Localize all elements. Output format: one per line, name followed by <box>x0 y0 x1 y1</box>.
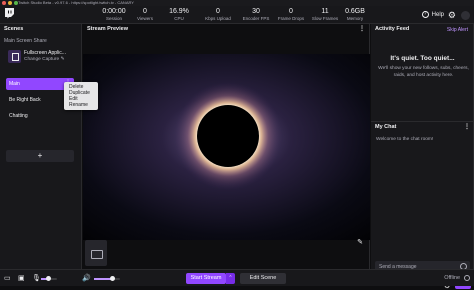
preview-canvas[interactable] <box>83 54 370 240</box>
stat-label: CPU <box>174 16 184 21</box>
chat-title: My Chat <box>375 124 397 130</box>
activity-empty-subtitle: We'll show your new follows, subs, cheer… <box>378 66 469 78</box>
stat-value: 0 <box>216 8 220 15</box>
eclipse-image <box>83 54 370 240</box>
preview-header: Stream Preview ⋮ <box>83 24 369 34</box>
screen-capture-icon[interactable]: ▣ <box>18 274 25 282</box>
stat-label: Viewers <box>137 16 153 21</box>
more-options-icon[interactable]: ⋮ <box>359 25 365 32</box>
microphone-icon[interactable]: 🎙 <box>32 274 41 282</box>
scene-label: Be Right Back <box>9 97 41 103</box>
stat-session: 0:00:00 Session <box>100 8 128 21</box>
close-window-icon[interactable] <box>2 1 6 5</box>
scenes-header: Scenes <box>0 24 81 34</box>
help-icon: ? <box>421 11 429 18</box>
stream-preview-panel: Stream Preview ⋮ ✎ <box>83 24 370 269</box>
scenes-title: Scenes <box>4 26 24 32</box>
preview-title: Stream Preview <box>87 26 128 32</box>
scene-label: Main <box>9 81 20 87</box>
start-stream-button[interactable]: Start Stream <box>186 273 226 284</box>
stat-label: Session <box>105 16 122 21</box>
help-label: Help <box>431 11 444 18</box>
stat-value: 0.6GB <box>345 8 365 15</box>
speaker-icon[interactable]: 🔊 <box>82 274 91 282</box>
stat-label: Memory <box>346 16 364 21</box>
scene-context-menu: Delete Duplicate Edit Rename <box>64 82 98 110</box>
stat-value: 0:00:00 <box>102 8 126 15</box>
stat-slow-frames: 11 Slow Frames <box>308 8 342 21</box>
stat-value: 0 <box>289 8 293 15</box>
stat-cpu: 16.9% CPU <box>166 8 192 21</box>
edit-pencil-icon[interactable]: ✎ <box>357 238 363 246</box>
scene-item-chatting[interactable]: Chatting <box>6 110 74 122</box>
stat-label: Slow Frames <box>311 16 339 21</box>
menu-item-rename[interactable]: Rename <box>69 102 98 108</box>
settings-gear-icon[interactable]: ⚙ <box>448 10 456 21</box>
source-item[interactable]: Fullscreen Applic... Change Capture ✎ <box>8 50 80 66</box>
stat-encoder-fps: 30 Encoder FPS <box>238 8 274 21</box>
stat-kbps-upload: 0 Kbps Upload <box>200 8 236 21</box>
activity-panel: Activity Feed Skip Alert It's quiet. Too… <box>371 24 474 290</box>
status-indicator-icon <box>464 275 470 281</box>
more-options-icon[interactable]: ⋮ <box>464 123 470 130</box>
scenes-panel: Scenes Main Screen Share Fullscreen Appl… <box>0 24 82 269</box>
stat-value: 30 <box>252 8 260 15</box>
mic-volume-slider[interactable] <box>41 276 57 281</box>
stats-bar: 0:00:00 Session 0 Viewers 16.9% CPU 0 Kb… <box>0 6 474 24</box>
change-capture-link[interactable]: Change Capture ✎ <box>24 57 65 62</box>
window-capture-icon <box>8 50 21 63</box>
stat-label: Encoder FPS <box>242 16 270 21</box>
stat-value: 0 <box>143 8 147 15</box>
activity-title: Activity Feed <box>375 26 410 32</box>
chat-welcome-message: Welcome to the chat room! <box>376 137 434 142</box>
camera-toggle-button[interactable] <box>85 240 107 266</box>
avatar[interactable] <box>461 11 470 20</box>
camera-icon[interactable]: ▭ <box>4 274 11 282</box>
scene-subtitle: Main Screen Share <box>4 38 47 44</box>
desktop-volume-slider[interactable] <box>94 276 120 281</box>
source-name: Fullscreen Applic... <box>24 50 66 56</box>
stat-value: 11 <box>321 8 329 15</box>
window-controls[interactable] <box>2 1 18 5</box>
window-title: Twitch Studio Beta - v0.97.6 - https://s… <box>18 0 134 5</box>
stat-label: Kbps Upload <box>205 16 231 21</box>
desktop-volume-knob[interactable] <box>109 276 115 281</box>
bottom-bar: ▭ ▣ 🎙 🔊 Start Stream ⌃ Edit Scene Offlin… <box>0 269 474 286</box>
chevron-up-icon[interactable]: ⌃ <box>226 273 235 284</box>
stat-frame-drops: 0 Frame Drops <box>274 8 308 21</box>
help-button[interactable]: ? Help <box>421 11 444 18</box>
activity-empty-title: It's quiet. Too quiet... <box>390 55 455 62</box>
stat-value: 16.9% <box>169 8 189 15</box>
stat-viewers: 0 Viewers <box>132 8 158 21</box>
pencil-icon: ✎ <box>60 57 65 62</box>
mic-volume-knob[interactable] <box>45 276 51 281</box>
minimize-window-icon[interactable] <box>8 1 12 5</box>
stream-status: Offline <box>444 275 460 281</box>
edit-scene-button[interactable]: Edit Scene <box>240 273 286 284</box>
twitch-logo-icon <box>5 8 14 19</box>
add-scene-button[interactable]: + <box>6 150 74 162</box>
stat-memory: 0.6GB Memory <box>342 8 368 21</box>
stat-label: Frame Drops <box>277 16 305 21</box>
chat-header: My Chat ⋮ <box>371 122 474 132</box>
skip-alert-link[interactable]: Skip Alert <box>447 27 468 33</box>
change-capture-label: Change Capture <box>24 57 60 62</box>
scene-label: Chatting <box>9 113 28 119</box>
